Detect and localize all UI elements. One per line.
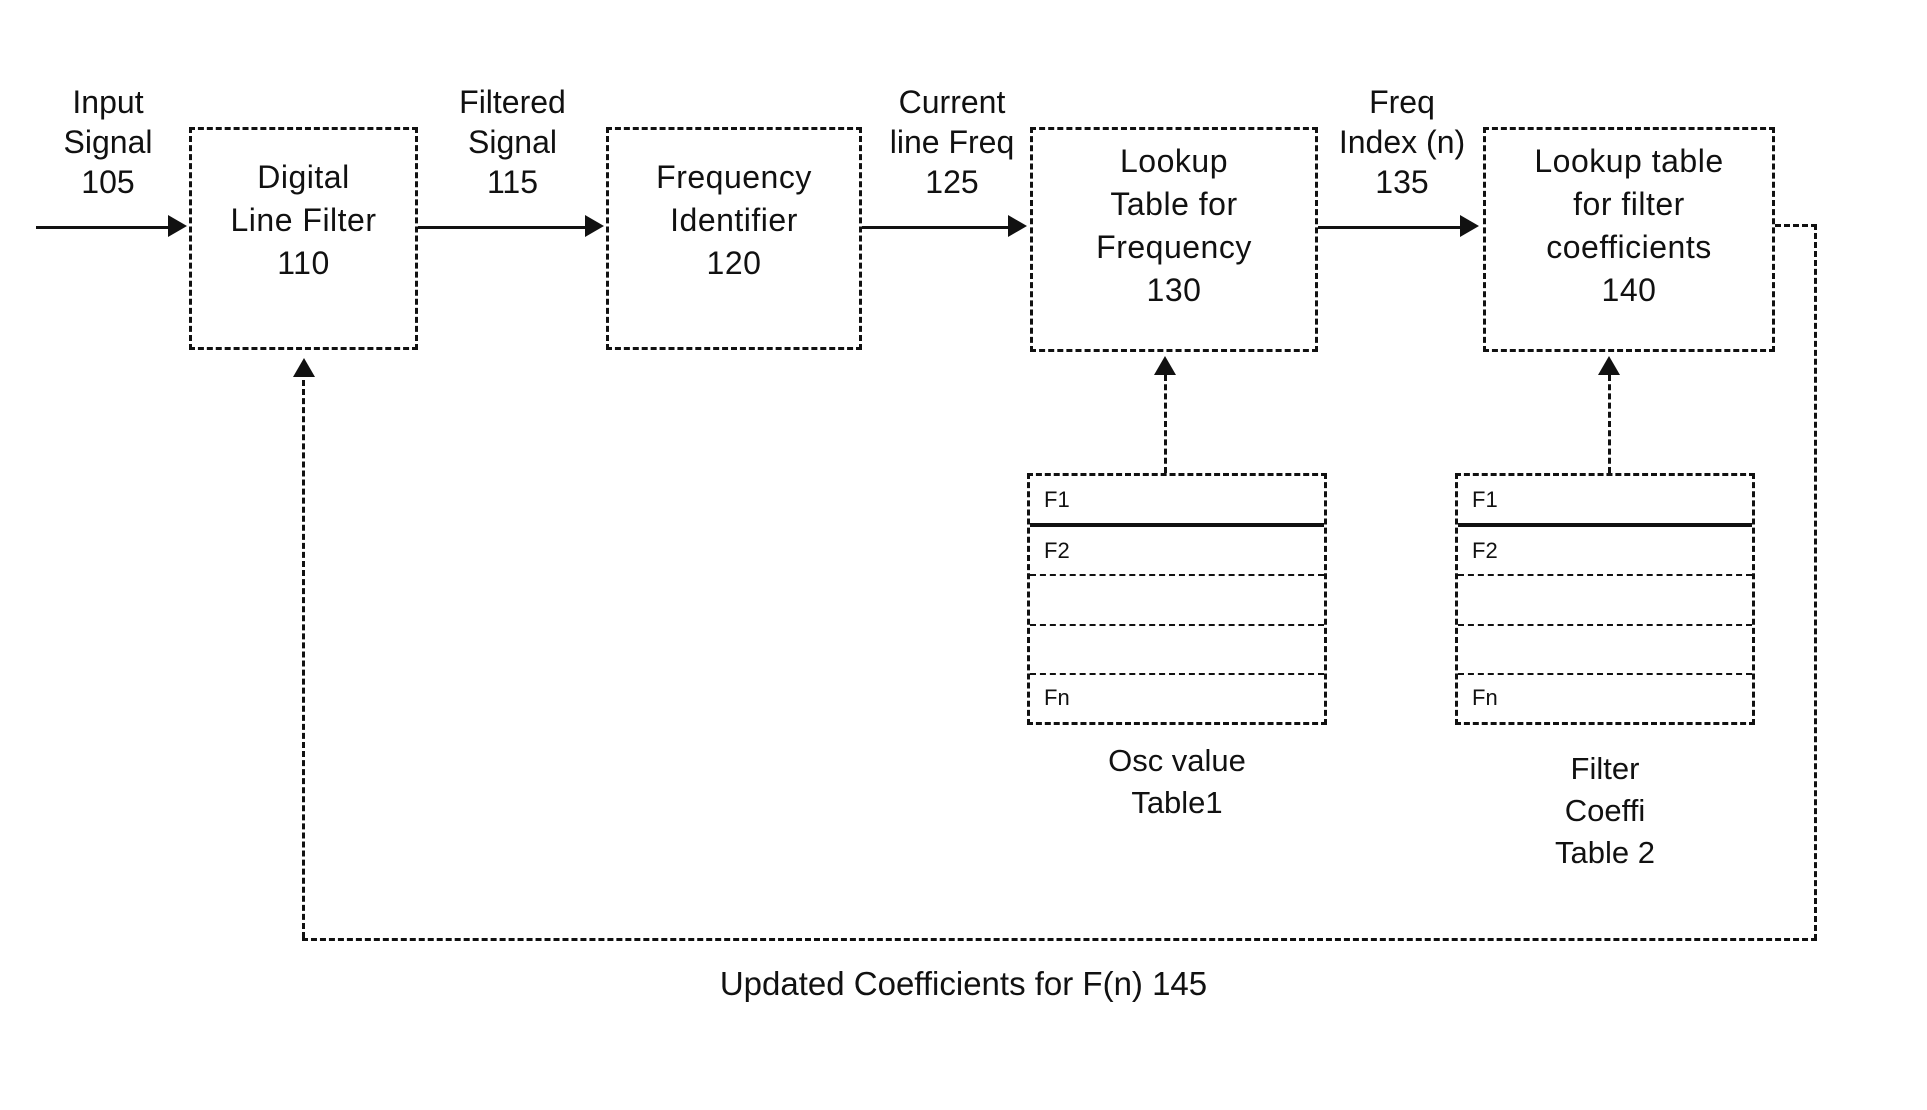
osc-value-table1[interactable]: F1 F2 Fn (1027, 473, 1327, 725)
arrowhead-table1-to-block130 (1154, 356, 1176, 375)
arrowhead-table2-to-block140 (1598, 356, 1620, 375)
block-label-120: Frequency Identifier 120 (656, 159, 812, 281)
table-row: Fn (1044, 685, 1070, 711)
wire-filtered-signal (418, 226, 588, 229)
block-lookup-table-for-frequency-130[interactable]: Lookup Table for Frequency 130 (1030, 127, 1318, 352)
feedback-wire-right (1814, 224, 1817, 940)
feedback-label-updated-coefficients: Updated Coefficients for F(n) 145 (719, 965, 1208, 1002)
table-row: F2 (1030, 527, 1324, 577)
arrowhead-input-signal (168, 215, 187, 237)
arrowhead-current-line-freq (1008, 215, 1027, 237)
block-label-130: Lookup Table for Frequency 130 (1096, 143, 1252, 308)
wire-freq-index (1318, 226, 1463, 229)
filter-coeffi-table2[interactable]: F1 F2 Fn (1455, 473, 1755, 725)
wire-current-line-freq (862, 226, 1012, 229)
feedback-wire-top (1775, 224, 1817, 227)
link-table2-to-block140 (1608, 375, 1611, 473)
table-row (1458, 576, 1752, 626)
edge-label-current-line-freq-125: Current line Freq 125 (889, 84, 1015, 200)
edge-label-input-signal-105: Input Signal 105 (63, 84, 153, 200)
table-row: Fn (1472, 685, 1498, 711)
block-label-140: Lookup table for filter coefficients 140 (1534, 143, 1724, 308)
block-lookup-table-for-filter-coefficients-140[interactable]: Lookup table for filter coefficients 140 (1483, 127, 1775, 352)
caption-osc-value-table1: Osc value Table1 (1108, 743, 1246, 820)
feedback-wire-left (302, 380, 305, 938)
arrowhead-freq-index (1460, 215, 1479, 237)
edge-label-freq-index-135: Freq Index (n) 135 (1338, 84, 1466, 200)
block-frequency-identifier-120[interactable]: Frequency Identifier 120 (606, 127, 862, 350)
arrowhead-filtered-signal (585, 215, 604, 237)
arrowhead-feedback-into-block110 (293, 358, 315, 377)
edge-label-filtered-signal-115: Filtered Signal 115 (459, 84, 566, 200)
table-row (1030, 626, 1324, 675)
diagram-canvas: Input Signal 105 Digital Line Filter 110… (0, 0, 1927, 1110)
feedback-wire-bottom (302, 938, 1817, 941)
table-row: F1 (1458, 476, 1752, 528)
caption-filter-coeffi-table2: Filter Coeffi Table 2 (1555, 751, 1655, 870)
link-table1-to-block130 (1164, 375, 1167, 473)
block-label-110: Digital Line Filter 110 (230, 159, 377, 281)
block-digital-line-filter-110[interactable]: Digital Line Filter 110 (189, 127, 418, 350)
table-row (1458, 626, 1752, 675)
table-row: F1 (1030, 476, 1324, 528)
table-row (1030, 576, 1324, 626)
wire-input-signal (36, 226, 176, 229)
table-row: F2 (1458, 527, 1752, 577)
